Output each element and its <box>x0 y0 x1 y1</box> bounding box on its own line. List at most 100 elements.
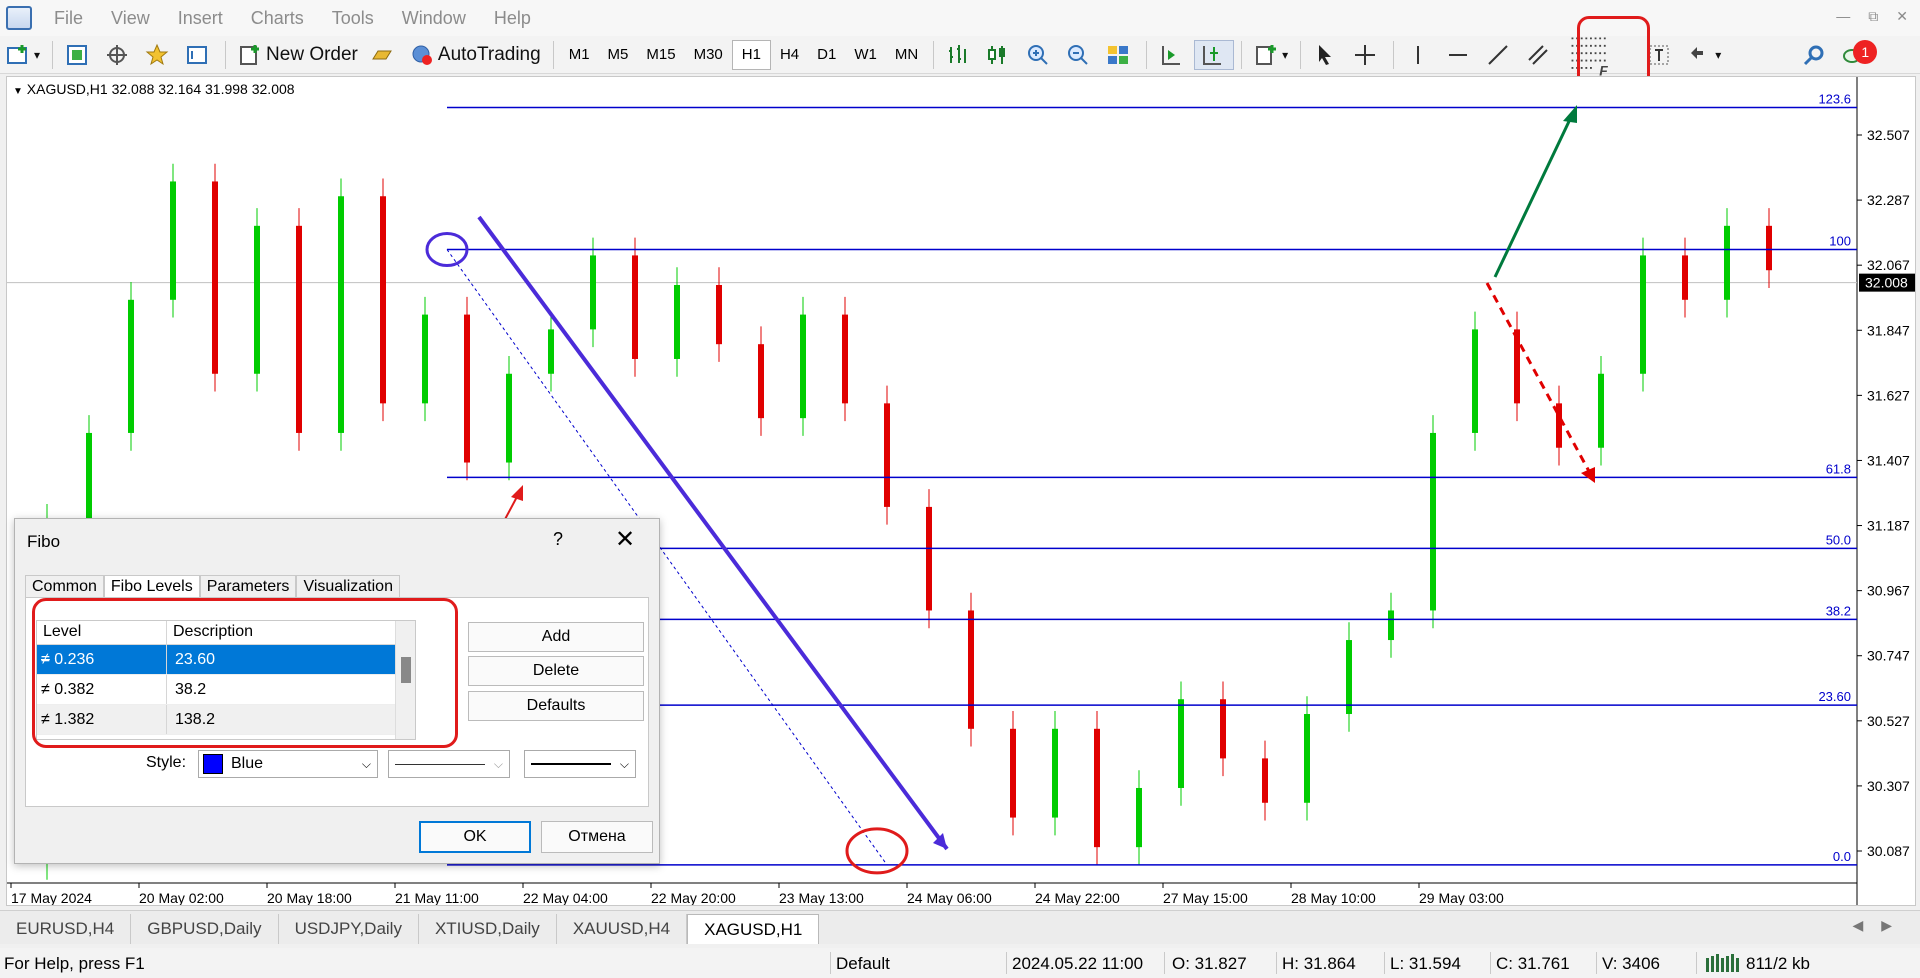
chart-shift-button[interactable] <box>1194 39 1235 70</box>
vertical-line-icon <box>1417 45 1420 64</box>
candle-body <box>1514 329 1520 404</box>
search-button[interactable] <box>1797 40 1835 70</box>
new-order-button[interactable]: New Order <box>233 40 363 70</box>
candle-body <box>1178 699 1184 788</box>
bearish-arrow <box>1485 282 1593 476</box>
dialog-tabs: Common Fibo Levels Parameters Visualizat… <box>25 575 400 598</box>
tab-xtiusd[interactable]: XTIUSD,Daily <box>419 914 557 944</box>
candle-body <box>632 255 638 359</box>
candle-body <box>842 314 848 404</box>
window-controls: — ⧉ ✕ <box>1836 8 1908 25</box>
tab-common[interactable]: Common <box>25 575 104 598</box>
metaeditor-button[interactable] <box>365 40 403 70</box>
timeframe-w1[interactable]: W1 <box>845 40 886 70</box>
tab-usdjpy[interactable]: USDJPY,Daily <box>279 914 419 944</box>
time-label: 24 May 22:00 <box>1035 890 1120 906</box>
defaults-button[interactable]: Defaults <box>468 691 644 721</box>
menu-file[interactable]: File <box>40 8 97 29</box>
zoom-in-button[interactable] <box>1021 40 1059 70</box>
auto-trading-button[interactable]: AutoTrading <box>405 40 546 70</box>
price-label: 30.747 <box>1867 648 1910 664</box>
crosshair-icon <box>1355 44 1376 65</box>
add-button[interactable]: Add <box>468 622 644 652</box>
timeframe-m5[interactable]: M5 <box>599 40 638 70</box>
timeframe-h4[interactable]: H4 <box>771 40 808 70</box>
time-label: 28 May 10:00 <box>1291 890 1376 906</box>
equidistant-channel-button[interactable] <box>1521 40 1559 70</box>
line-width-select[interactable]: ⌵ <box>524 750 636 778</box>
levels-table-highlight <box>32 598 458 748</box>
profiles-button[interactable] <box>60 40 98 70</box>
status-datetime: 2024.05.22 11:00 <box>1012 954 1144 973</box>
style-label: Style: <box>146 754 187 771</box>
terminal-button[interactable] <box>180 40 218 70</box>
timeframe-m30[interactable]: M30 <box>685 40 732 70</box>
horizontal-line-button[interactable] <box>1441 40 1479 70</box>
zoom-out-button[interactable] <box>1061 40 1099 70</box>
crosshair-tool-button[interactable] <box>100 40 138 70</box>
timeframe-d1[interactable]: D1 <box>808 40 845 70</box>
app-logo-icon <box>6 6 32 30</box>
ok-button[interactable]: OK <box>419 821 531 853</box>
candlestick-button[interactable] <box>981 40 1019 70</box>
indicators-icon <box>1256 44 1277 65</box>
symbol-info: ▼ XAGUSD,H1 32.088 32.164 31.998 32.008 <box>13 81 295 97</box>
restore-icon[interactable]: ⧉ <box>1868 8 1878 25</box>
menu-help[interactable]: Help <box>480 8 545 29</box>
candle-body <box>674 285 680 359</box>
market-watch-button[interactable] <box>140 40 178 70</box>
delete-button[interactable]: Delete <box>468 656 644 686</box>
tab-scroll-arrows[interactable]: ◀▶ <box>1852 917 1910 934</box>
indicators-button[interactable]: ▾ <box>1249 40 1293 70</box>
tab-gbpusd[interactable]: GBPUSD,Daily <box>131 914 279 944</box>
crosshair-button[interactable] <box>1348 40 1386 70</box>
candle-body <box>548 329 554 374</box>
status-open: O: 31.827 <box>1172 954 1247 973</box>
tab-visualization[interactable]: Visualization <box>296 575 400 598</box>
status-low: L: 31.594 <box>1390 954 1461 973</box>
menu-tools[interactable]: Tools <box>318 8 388 29</box>
chart-tabs: EURUSD,H4 GBPUSD,Daily USDJPY,Daily XTIU… <box>0 910 1920 944</box>
arrows-button[interactable]: ▾ <box>1682 40 1726 70</box>
auto-scroll-button[interactable] <box>1154 40 1192 70</box>
bar-chart-button[interactable] <box>941 40 979 70</box>
menu-charts[interactable]: Charts <box>237 8 318 29</box>
timeframe-m15[interactable]: M15 <box>637 40 684 70</box>
tab-parameters[interactable]: Parameters <box>199 575 297 598</box>
fibo-level-label: 61.8 <box>1826 461 1851 476</box>
candle-body <box>128 299 134 433</box>
new-chart-button[interactable]: ▾ <box>1 40 45 70</box>
color-select[interactable]: Blue ⌵ <box>198 750 378 778</box>
tab-xauusd[interactable]: XAUUSD,H4 <box>557 914 688 944</box>
zoom-out-icon <box>1068 44 1088 65</box>
menu-insert[interactable]: Insert <box>164 8 237 29</box>
menu-view[interactable]: View <box>97 8 164 29</box>
help-button[interactable]: ? <box>553 529 563 550</box>
close-dialog-button[interactable]: ✕ <box>615 525 635 554</box>
status-high: H: 31.864 <box>1282 954 1356 973</box>
notifications-button[interactable]: 1 <box>1837 39 1878 70</box>
tab-fibo-levels[interactable]: Fibo Levels <box>103 575 200 598</box>
timeframe-mn[interactable]: MN <box>886 40 927 70</box>
tile-windows-button[interactable] <box>1101 40 1139 70</box>
collapse-icon[interactable]: ▼ <box>13 86 23 97</box>
navigator-icon <box>107 44 128 65</box>
line-style-select[interactable]: ⌵ <box>388 750 510 778</box>
tab-xagusd[interactable]: XAGUSD,H1 <box>687 914 820 944</box>
minimize-icon[interactable]: — <box>1836 8 1850 25</box>
vertical-line-button[interactable] <box>1401 40 1439 70</box>
close-window-icon[interactable]: ✕ <box>1896 8 1908 25</box>
tab-eurusd[interactable]: EURUSD,H4 <box>0 914 132 944</box>
timeframe-h1[interactable]: H1 <box>731 39 771 70</box>
trendline-button[interactable] <box>1481 40 1519 70</box>
timeframe-m1[interactable]: M1 <box>560 40 599 70</box>
candle-body <box>1304 714 1310 803</box>
menu-window[interactable]: Window <box>388 8 480 29</box>
cursor-tool-button[interactable] <box>1308 40 1346 70</box>
status-bar: For Help, press F1 Default 2024.05.22 11… <box>0 948 1920 978</box>
bar-chart-icon <box>949 44 967 63</box>
fibo-level-label: 0.0 <box>1833 849 1851 864</box>
fibo-level-label: 100 <box>1829 234 1851 249</box>
cancel-button[interactable]: Отмена <box>541 821 653 853</box>
status-volume: V: 3406 <box>1602 954 1660 973</box>
